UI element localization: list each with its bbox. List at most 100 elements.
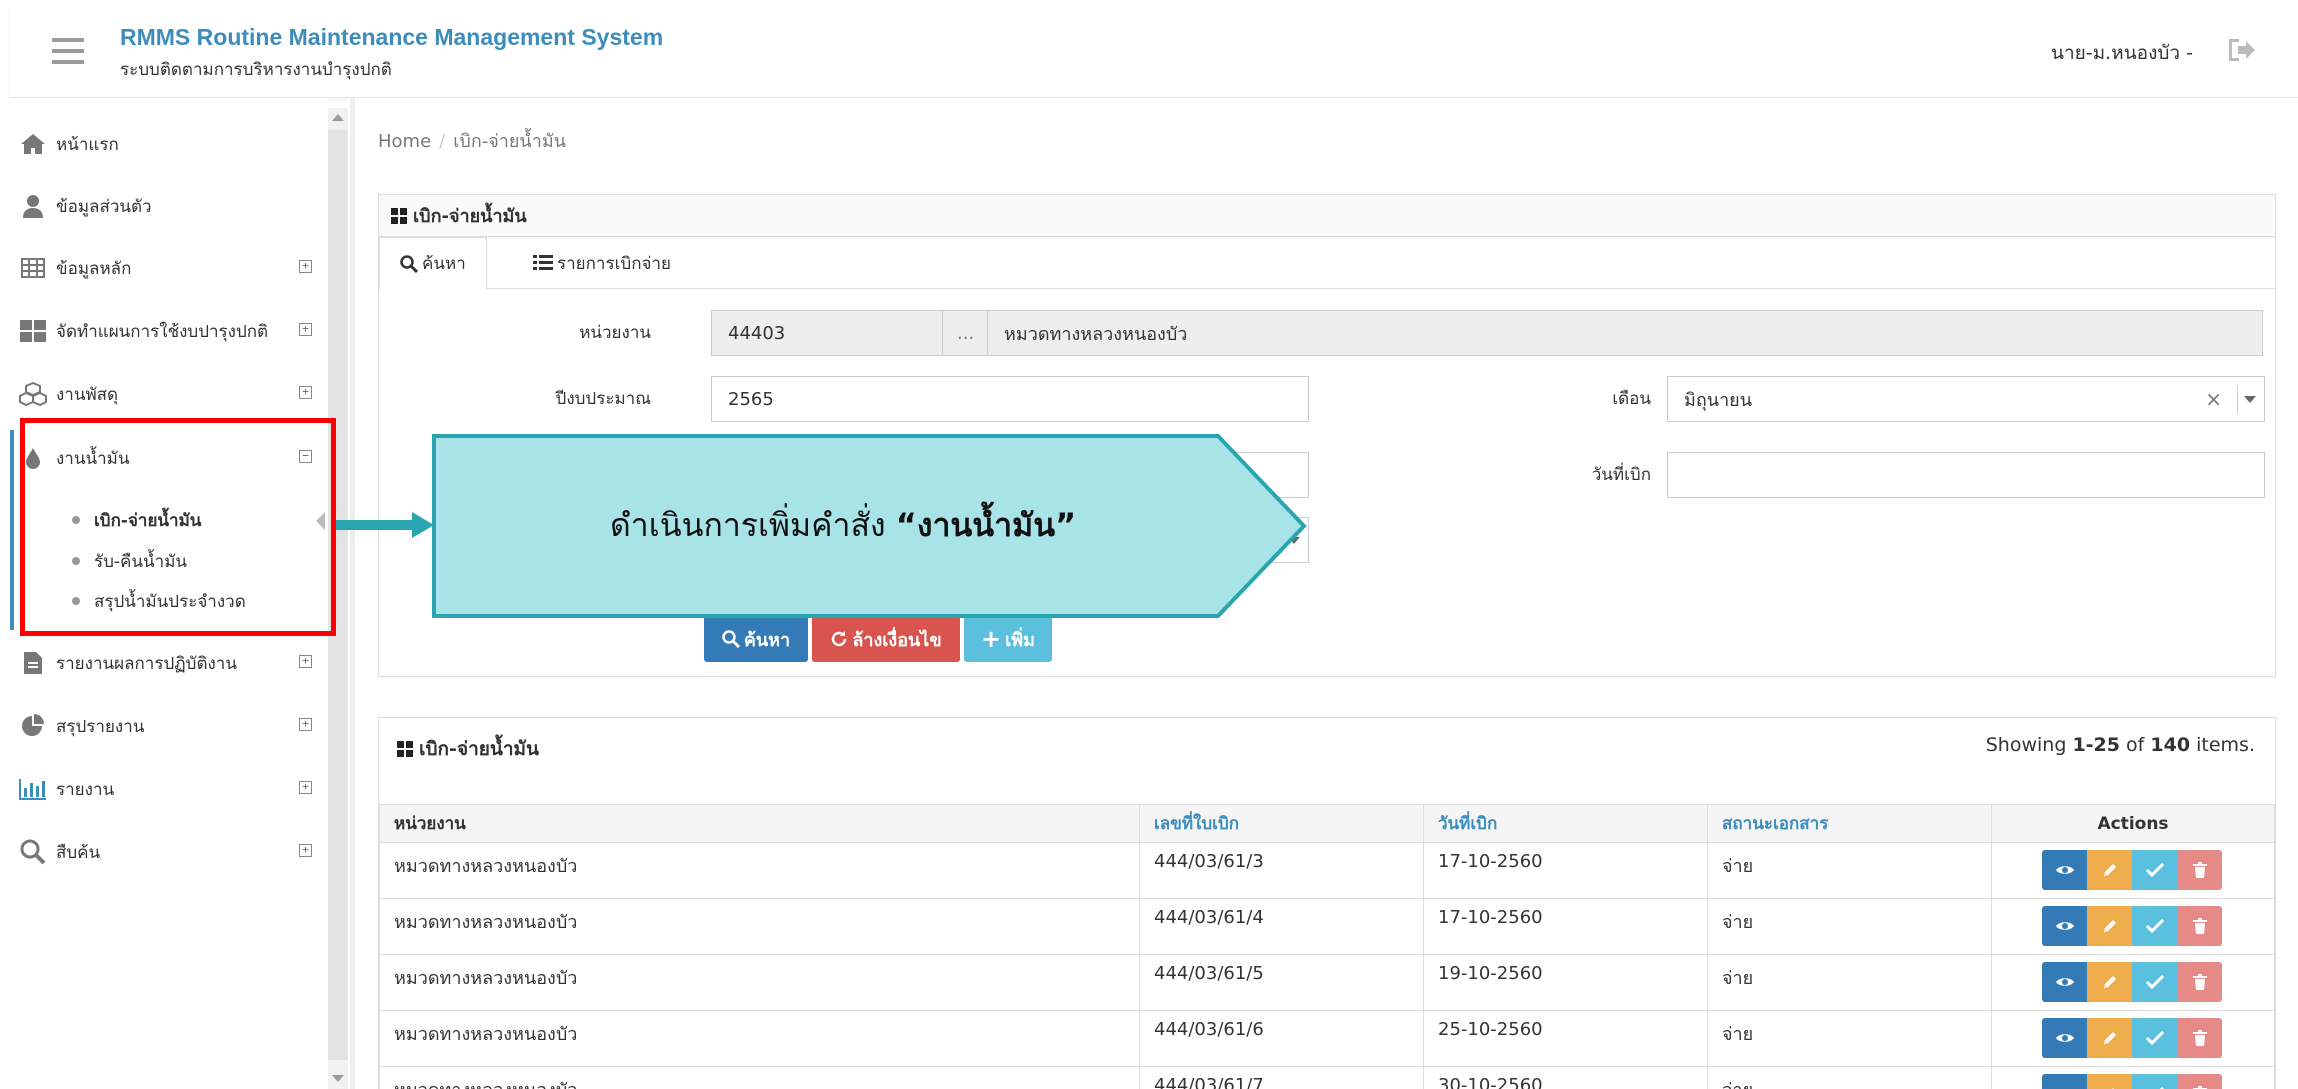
month-selected-value: มิถุนายน xyxy=(1684,389,1753,411)
expand-plus-icon[interactable]: + xyxy=(299,718,312,731)
summary-prefix: Showing xyxy=(1985,734,2067,756)
delete-button[interactable] xyxy=(2177,850,2222,890)
cell-date: 19-10-2560 xyxy=(1423,954,1708,1011)
date-field[interactable] xyxy=(1667,452,2265,498)
unit-name-field: หมวดทางหลวงหนองบัว xyxy=(987,310,2263,356)
clear-conditions-button[interactable]: ล้างเงื่อนไข xyxy=(812,616,960,662)
user-menu[interactable]: นาย-ม.หนองบัว - xyxy=(2051,38,2193,68)
add-button-label: เพิ่ม xyxy=(1005,629,1035,651)
edit-button[interactable] xyxy=(2087,850,2132,890)
view-button[interactable] xyxy=(2042,906,2087,946)
logout-icon[interactable] xyxy=(2226,36,2256,64)
col-date[interactable]: วันที่เบิก xyxy=(1423,804,1708,843)
sidebar-item-profile[interactable]: ข้อมูลส่วนตัว xyxy=(18,186,318,226)
pencil-icon xyxy=(2103,864,2116,876)
delete-button[interactable] xyxy=(2177,1018,2222,1058)
eye-icon xyxy=(2055,978,2074,986)
sidebar-item-supplies[interactable]: งานพัสดุ + xyxy=(18,374,318,414)
trash-icon xyxy=(2192,918,2207,934)
home-icon xyxy=(18,129,48,159)
table-row[interactable]: หมวดทางหลวงหนองบัว 444/03/61/5 19-10-2560 จ… xyxy=(379,954,2275,1011)
col-status[interactable]: สถานะเอกสาร xyxy=(1707,804,1992,843)
view-button[interactable] xyxy=(2042,850,2087,890)
pie-chart-icon xyxy=(18,711,48,741)
tab-search[interactable]: ค้นหา xyxy=(379,237,487,290)
sidebar-item-home[interactable]: หน้าแรก xyxy=(18,124,318,164)
cell-unit: หมวดทางหลวงหนองบัว xyxy=(379,842,1140,899)
trash-icon xyxy=(2192,862,2207,878)
unit-code-field[interactable]: 44403 xyxy=(711,310,943,356)
summary-suffix: items. xyxy=(2196,734,2255,756)
tab-issue-list[interactable]: รายการเบิกจ่าย xyxy=(513,237,691,289)
delete-button[interactable] xyxy=(2177,906,2222,946)
sidebar-item-reports[interactable]: รายงาน + xyxy=(18,769,318,809)
check-icon xyxy=(2145,919,2164,933)
edit-button[interactable] xyxy=(2087,1074,2132,1089)
menu-toggle-icon[interactable] xyxy=(52,38,84,66)
expand-plus-icon[interactable]: + xyxy=(299,655,312,668)
unit-browse-button[interactable]: ... xyxy=(942,310,988,356)
list-icon xyxy=(533,255,553,270)
sidebar-item-label: รายงานผลการปฏิบัติงาน xyxy=(56,653,237,674)
expand-plus-icon[interactable]: + xyxy=(299,781,312,794)
breadcrumb-home[interactable]: Home xyxy=(378,131,431,152)
table-header-row: หน่วยงาน เลขที่ใบเบิก วันที่เบิก สถานะเอ… xyxy=(379,804,2275,843)
approve-button[interactable] xyxy=(2132,906,2177,946)
add-button[interactable]: + เพิ่ม xyxy=(964,616,1052,662)
sidebar-item-label: สืบค้น xyxy=(56,842,101,863)
callout-prefix: ดำเนินการเพิ่มคำสั่ง xyxy=(610,506,886,544)
edit-button[interactable] xyxy=(2087,1018,2132,1058)
cell-doc-no: 444/03/61/4 xyxy=(1139,898,1424,955)
clear-icon[interactable]: × xyxy=(2205,387,2222,411)
sidebar-item-summary-report[interactable]: สรุปรายงาน + xyxy=(18,706,318,746)
search-icon xyxy=(18,837,48,867)
app-title: RMMS Routine Maintenance Management Syst… xyxy=(120,24,664,50)
view-button[interactable] xyxy=(2042,962,2087,1002)
scroll-up-arrow-icon[interactable] xyxy=(332,114,344,121)
date-label: วันที่เบิก xyxy=(1591,465,1651,485)
month-select[interactable]: มิถุนายน × xyxy=(1667,376,2265,422)
cell-actions xyxy=(1991,1010,2275,1067)
col-unit: หน่วยงาน xyxy=(379,804,1140,843)
view-button[interactable] xyxy=(2042,1074,2087,1089)
edit-button[interactable] xyxy=(2087,906,2132,946)
cubes-icon xyxy=(18,379,48,409)
delete-button[interactable] xyxy=(2177,962,2222,1002)
expand-plus-icon[interactable]: + xyxy=(299,323,312,336)
expand-plus-icon[interactable]: + xyxy=(299,386,312,399)
check-icon xyxy=(2145,975,2164,989)
scroll-down-arrow-icon[interactable] xyxy=(332,1075,344,1082)
callout-arrow-icon xyxy=(336,512,434,538)
cell-actions xyxy=(1991,1066,2275,1089)
sidebar-item-master-data[interactable]: ข้อมูลหลัก + xyxy=(18,248,318,288)
table-row[interactable]: หมวดทางหลวงหนองบัว 444/03/61/3 17-10-2560 จ… xyxy=(379,842,2275,899)
approve-button[interactable] xyxy=(2132,962,2177,1002)
cell-doc-no: 444/03/61/3 xyxy=(1139,842,1424,899)
search-icon xyxy=(722,630,740,648)
approve-button[interactable] xyxy=(2132,1074,2177,1089)
year-label: ปีงบประมาณ xyxy=(555,389,651,409)
table-row[interactable]: หมวดทางหลวงหนองบัว444/03/61/730-10-2560จ… xyxy=(379,1066,2275,1089)
expand-plus-icon[interactable]: + xyxy=(299,844,312,857)
expand-plus-icon[interactable]: + xyxy=(299,260,312,273)
pencil-icon xyxy=(2103,920,2116,932)
approve-button[interactable] xyxy=(2132,850,2177,890)
search-icon xyxy=(400,254,418,273)
table-row[interactable]: หมวดทางหลวงหนองบัว 444/03/61/4 17-10-2560 จ… xyxy=(379,898,2275,955)
view-button[interactable] xyxy=(2042,1018,2087,1058)
cell-unit: หมวดทางหลวงหนองบัว xyxy=(379,1066,1140,1089)
col-doc-no[interactable]: เลขที่ใบเบิก xyxy=(1139,804,1424,843)
table-row[interactable]: หมวดทางหลวงหนองบัว 444/03/61/6 25-10-2560 จ… xyxy=(379,1010,2275,1067)
month-label: เดือน xyxy=(1612,389,1651,409)
chevron-down-icon[interactable] xyxy=(2244,396,2256,403)
cell-unit: หมวดทางหลวงหนองบัว xyxy=(379,898,1140,955)
approve-button[interactable] xyxy=(2132,1018,2177,1058)
sidebar-item-budget-plan[interactable]: จัดทำแผนการใช้งบปารุงปกติ + xyxy=(18,311,318,351)
edit-button[interactable] xyxy=(2087,962,2132,1002)
sidebar-item-performance-report[interactable]: รายงานผลการปฏิบัติงาน + xyxy=(18,643,318,683)
search-button[interactable]: ค้นหา xyxy=(704,616,808,662)
cell-date: 30-10-2560 xyxy=(1423,1066,1708,1089)
year-field[interactable]: 2565 xyxy=(711,376,1309,422)
delete-button[interactable] xyxy=(2177,1074,2222,1089)
sidebar-item-search[interactable]: สืบค้น + xyxy=(18,832,318,872)
